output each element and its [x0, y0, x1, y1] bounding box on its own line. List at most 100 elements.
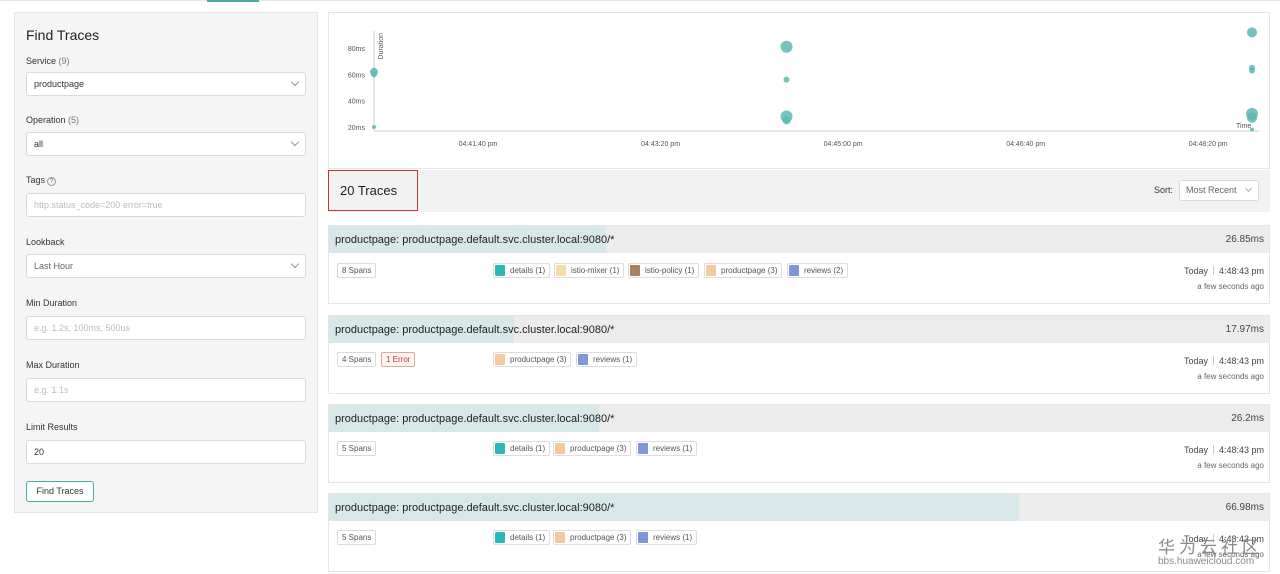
service-color-swatch — [630, 265, 640, 276]
lookback-select[interactable]: Last Hour — [26, 254, 306, 278]
service-color-swatch — [638, 443, 648, 454]
service-color-swatch — [555, 443, 565, 454]
error-count-badge: 1 Error — [381, 352, 416, 367]
service-tag: reviews (2) — [787, 263, 849, 278]
trace-timestamp: Today 4:48:43 pm — [1183, 445, 1264, 455]
chevron-down-icon — [290, 77, 300, 87]
x-tick-label: 04:41:40 pm — [459, 141, 498, 148]
trace-card[interactable]: productpage: productpage.default.svc.clu… — [328, 315, 1270, 394]
chevron-down-icon — [290, 137, 300, 147]
service-tag: productpage (3) — [553, 530, 632, 545]
scatter-point — [1247, 27, 1257, 38]
x-tick-label: 04:46:40 pm — [1006, 141, 1045, 148]
service-tag: details (1) — [493, 263, 551, 278]
x-tick-label: 04:43:20 pm — [641, 141, 680, 148]
min-duration-label: Min Duration — [26, 298, 78, 308]
scatter-point — [371, 71, 377, 78]
y-tick-label: 20ms — [348, 125, 366, 132]
scatter-point — [372, 125, 376, 130]
tags-label: Tags? — [26, 175, 57, 186]
watermark: 华为云社区 bbs.huaweicloud.com — [1158, 533, 1263, 567]
trace-card-header[interactable]: productpage: productpage.default.svc.clu… — [329, 494, 1269, 521]
service-label: Service (9) — [26, 56, 70, 66]
panel-title: Find Traces — [26, 27, 100, 43]
trace-card[interactable]: productpage: productpage.default.svc.clu… — [328, 404, 1270, 483]
trace-timestamp: Today 4:48:43 pm — [1183, 266, 1264, 276]
y-tick-label: 60ms — [348, 72, 366, 79]
trace-duration: 66.98ms — [1225, 502, 1264, 513]
top-border — [0, 0, 1280, 1]
trace-card-header[interactable]: productpage: productpage.default.svc.clu… — [329, 405, 1269, 432]
active-nav-indicator — [207, 0, 259, 2]
trace-title[interactable]: productpage: productpage.default.svc.clu… — [335, 413, 614, 425]
results-header: 20 Traces Sort: Most Recent — [328, 170, 1270, 212]
trace-duration: 17.97ms — [1225, 324, 1264, 335]
scatter-point — [780, 40, 793, 53]
y-axis-label: Duration — [378, 33, 385, 60]
service-color-swatch — [495, 532, 505, 543]
service-color-swatch — [495, 265, 505, 276]
watermark-url: bbs.huaweicloud.com — [1158, 556, 1255, 567]
scatter-point — [782, 116, 791, 125]
trace-card-header[interactable]: productpage: productpage.default.svc.clu… — [329, 226, 1269, 253]
trace-duration: 26.2ms — [1231, 413, 1264, 424]
service-color-swatch — [556, 265, 566, 276]
span-count-badge: 5 Spans — [337, 441, 377, 456]
trace-title[interactable]: productpage: productpage.default.svc.clu… — [335, 502, 614, 514]
min-duration-input[interactable]: e.g. 1.2s, 100ms, 500us — [26, 316, 306, 340]
span-count-badge: 4 Spans — [337, 352, 377, 367]
scatter-point — [1247, 112, 1257, 123]
scatter-point — [1250, 127, 1254, 132]
watermark-text: 华为云社区 — [1158, 538, 1263, 558]
trace-card[interactable]: productpage: productpage.default.svc.clu… — [328, 493, 1270, 572]
trace-card[interactable]: productpage: productpage.default.svc.clu… — [328, 225, 1270, 304]
service-color-swatch — [555, 532, 565, 543]
duration-scatter-chart: Duration Time 20ms 40ms 60ms 80ms 04:41:40 … — [328, 12, 1270, 169]
trace-relative-time: a few seconds ago — [1197, 461, 1264, 470]
chevron-down-icon — [290, 259, 300, 269]
service-color-swatch — [578, 354, 588, 365]
chevron-down-icon — [1244, 184, 1253, 193]
operation-select[interactable]: all — [26, 132, 306, 156]
service-tag: reviews (1) — [636, 441, 698, 456]
service-color-swatch — [789, 265, 799, 276]
y-tick-label: 40ms — [348, 99, 366, 106]
sort-label: Sort: — [1154, 185, 1174, 195]
service-tag: productpage (3) — [493, 352, 572, 367]
trace-card-header[interactable]: productpage: productpage.default.svc.clu… — [329, 316, 1269, 343]
find-traces-panel: Find Traces Service (9) productpage Oper… — [14, 12, 318, 513]
x-tick-label: 04:45:00 pm — [824, 141, 863, 148]
lookback-label: Lookback — [26, 237, 65, 247]
trace-relative-time: a few seconds ago — [1197, 282, 1264, 291]
trace-timestamp: Today 4:48:43 pm — [1183, 356, 1264, 366]
service-tag: reviews (1) — [636, 530, 698, 545]
service-tag: details (1) — [493, 441, 551, 456]
traces-count: 20 Traces — [328, 170, 418, 211]
sort-select[interactable]: Most Recent — [1179, 180, 1259, 201]
find-traces-button[interactable]: Find Traces — [26, 481, 94, 502]
trace-title[interactable]: productpage: productpage.default.svc.clu… — [335, 324, 614, 336]
scatter-plot: Duration Time 20ms 40ms 60ms 80ms 04:41:40 … — [348, 27, 1259, 148]
scatter-point — [783, 76, 790, 83]
service-tag: productpage (3) — [553, 441, 632, 456]
max-duration-input[interactable]: e.g. 1.1s — [26, 378, 306, 402]
operation-label: Operation (5) — [26, 115, 80, 125]
scatter-point — [1249, 67, 1255, 74]
service-color-swatch — [495, 354, 505, 365]
trace-title[interactable]: productpage: productpage.default.svc.clu… — [335, 234, 614, 246]
help-icon[interactable]: ? — [47, 177, 57, 186]
tags-input[interactable]: http.status_code=200 error=true — [26, 193, 306, 217]
service-tag: istio-policy (1) — [628, 263, 700, 278]
limit-results-input[interactable]: 20 — [26, 440, 306, 464]
span-count-badge: 8 Spans — [337, 263, 377, 278]
x-axis-label: Time — [1236, 123, 1251, 130]
service-tag: istio-mixer (1) — [554, 263, 625, 278]
service-tag: reviews (1) — [576, 352, 638, 367]
y-tick-label: 80ms — [348, 46, 366, 53]
max-duration-label: Max Duration — [26, 360, 80, 370]
service-color-swatch — [706, 265, 716, 276]
service-tag: productpage (3) — [704, 263, 783, 278]
service-color-swatch — [495, 443, 505, 454]
service-select[interactable]: productpage — [26, 72, 306, 96]
x-tick-label: 04:48:20 pm — [1189, 141, 1228, 148]
